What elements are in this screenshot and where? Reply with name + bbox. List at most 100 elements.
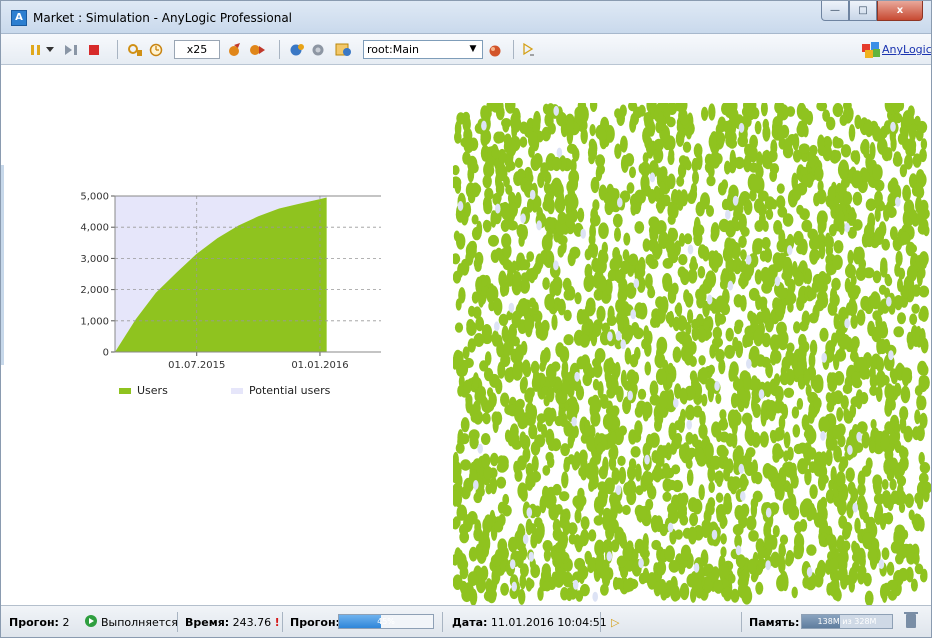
agent-user bbox=[457, 365, 467, 377]
agent-potential-user bbox=[572, 579, 579, 590]
console-icon bbox=[523, 42, 534, 55]
agent-user bbox=[863, 267, 875, 279]
console-button[interactable] bbox=[522, 41, 536, 58]
agent-user bbox=[720, 546, 727, 558]
agent-user bbox=[894, 524, 906, 538]
agent-user bbox=[494, 549, 502, 567]
agent-user bbox=[914, 492, 924, 505]
pause-button[interactable] bbox=[29, 41, 43, 58]
agent-potential-user bbox=[606, 551, 613, 562]
navigate-icon bbox=[290, 43, 304, 55]
agent-user bbox=[667, 362, 674, 375]
agent-user bbox=[595, 154, 606, 168]
agent-user bbox=[885, 396, 892, 415]
agent-user bbox=[815, 274, 824, 290]
agent-user bbox=[807, 289, 817, 300]
agent-user bbox=[862, 144, 870, 159]
agent-user bbox=[634, 405, 644, 418]
agent-potential-user bbox=[553, 260, 559, 271]
agent-user bbox=[697, 287, 707, 305]
time-mode-button[interactable] bbox=[149, 41, 165, 58]
chart-plot: 0 1,000 2,000 3,000 4,000 5,000 01.07.2015 01.0… bbox=[80, 192, 381, 371]
agent-user bbox=[512, 365, 523, 381]
agent-user bbox=[727, 409, 738, 426]
agent-user bbox=[472, 306, 482, 319]
slower-button[interactable] bbox=[227, 41, 243, 58]
agent-user bbox=[474, 519, 482, 536]
agent-user bbox=[734, 319, 744, 330]
agent-user bbox=[453, 165, 460, 176]
agent-user bbox=[874, 190, 883, 206]
agent-user bbox=[693, 143, 703, 158]
agent-user bbox=[897, 132, 906, 145]
agent-user bbox=[638, 256, 646, 274]
agent-potential-user bbox=[844, 222, 850, 233]
agent-user bbox=[899, 446, 909, 460]
agent-user bbox=[845, 467, 855, 483]
window-title: Market : Simulation - AnyLogic Professio… bbox=[33, 11, 293, 25]
run-until-button[interactable] bbox=[127, 41, 143, 58]
agent-user bbox=[584, 419, 591, 437]
navigate-button[interactable] bbox=[289, 41, 305, 58]
agent-user bbox=[748, 287, 760, 301]
navigate-agent-button[interactable] bbox=[335, 41, 353, 58]
anylogic-app-icon: A bbox=[11, 10, 27, 26]
agent-user bbox=[768, 410, 776, 422]
agent-user bbox=[489, 452, 499, 467]
agent-user bbox=[902, 287, 909, 299]
agent-user bbox=[470, 162, 479, 174]
minimize-button[interactable]: — bbox=[821, 1, 849, 21]
root-agent-select[interactable]: root:Main ▼ bbox=[363, 40, 483, 59]
garbage-collect-trash-icon[interactable] bbox=[904, 612, 918, 628]
agent-potential-user bbox=[571, 416, 577, 427]
agent-user bbox=[859, 365, 869, 380]
agent-user bbox=[919, 148, 927, 163]
agent-user bbox=[542, 465, 551, 476]
agent-user bbox=[803, 369, 811, 387]
step-dropdown-button[interactable] bbox=[45, 41, 55, 58]
view-button[interactable] bbox=[311, 41, 327, 58]
agent-user bbox=[728, 573, 736, 584]
step-button[interactable] bbox=[63, 41, 79, 58]
agent-user bbox=[531, 374, 541, 392]
agent-user bbox=[818, 534, 826, 547]
agent-potential-user bbox=[786, 245, 793, 256]
agent-user bbox=[585, 302, 596, 315]
agent-user bbox=[797, 458, 808, 475]
agent-user bbox=[716, 132, 726, 145]
agent-user bbox=[528, 267, 536, 284]
agent-user bbox=[634, 420, 643, 437]
agent-user bbox=[602, 413, 613, 430]
agent-user bbox=[647, 287, 656, 299]
agent-potential-user bbox=[693, 562, 700, 573]
faster-button[interactable] bbox=[249, 41, 267, 58]
agent-user bbox=[785, 349, 794, 366]
agent-user bbox=[617, 455, 626, 466]
agent-user bbox=[695, 588, 704, 599]
date-play-icon[interactable]: ▷ bbox=[611, 616, 619, 629]
agent-user bbox=[717, 182, 727, 196]
agent-user bbox=[612, 576, 620, 591]
agent-user bbox=[553, 281, 561, 296]
agent-user bbox=[694, 447, 705, 464]
agent-potential-user bbox=[714, 381, 720, 391]
anylogic-link[interactable]: AnyLogic bbox=[882, 43, 931, 56]
agent-user bbox=[850, 314, 858, 329]
agent-user bbox=[603, 192, 612, 205]
agent-user bbox=[557, 211, 567, 225]
agent-user bbox=[483, 201, 493, 215]
agent-user bbox=[918, 516, 925, 532]
agent-user bbox=[477, 386, 487, 400]
agent-user bbox=[481, 412, 491, 424]
agent-user bbox=[519, 298, 529, 315]
target-button[interactable] bbox=[487, 41, 503, 58]
agent-user bbox=[456, 233, 466, 250]
agent-user bbox=[545, 428, 555, 447]
agent-user bbox=[906, 552, 916, 565]
maximize-button[interactable]: □ bbox=[849, 1, 877, 21]
agent-user bbox=[590, 176, 600, 194]
agent-user bbox=[678, 493, 688, 508]
close-button[interactable]: x bbox=[877, 1, 923, 21]
agent-user bbox=[876, 356, 885, 373]
stop-button[interactable] bbox=[87, 41, 101, 58]
